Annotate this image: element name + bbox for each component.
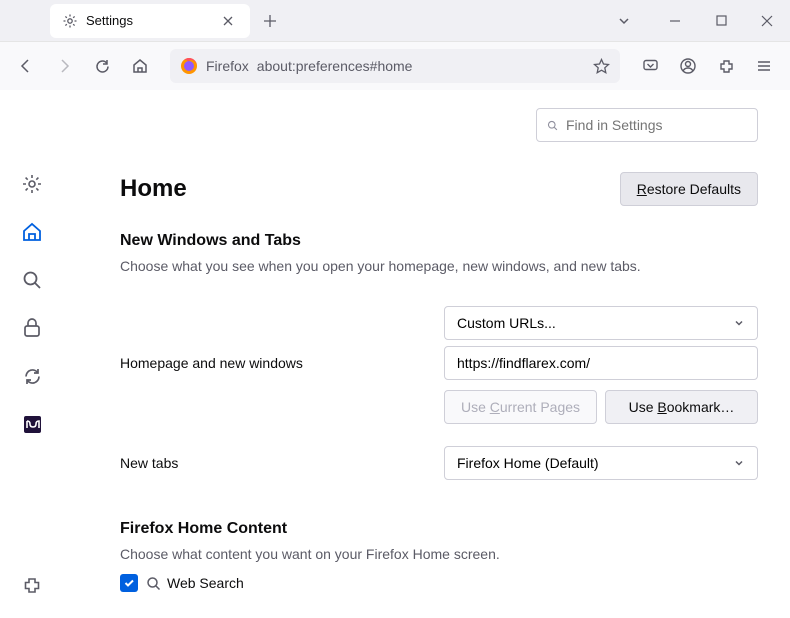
pocket-icon[interactable] xyxy=(634,50,666,82)
address-label: Firefox xyxy=(206,58,249,74)
restore-defaults-button[interactable]: Restore Defaults xyxy=(620,172,758,206)
new-tab-button[interactable] xyxy=(256,7,284,35)
address-url: about:preferences#home xyxy=(257,58,585,74)
section-desc-home-content: Choose what content you want on your Fir… xyxy=(120,546,758,562)
address-bar[interactable]: Firefox about:preferences#home xyxy=(170,49,620,83)
search-icon xyxy=(547,118,558,133)
web-search-label: Web Search xyxy=(167,575,244,591)
close-window-button[interactable] xyxy=(744,0,790,42)
sidebar-item-extensions[interactable] xyxy=(18,572,46,600)
homepage-label: Homepage and new windows xyxy=(120,355,444,371)
close-icon[interactable] xyxy=(218,11,238,31)
search-icon xyxy=(146,576,161,591)
chevron-down-icon xyxy=(733,457,745,469)
gear-icon xyxy=(62,13,78,29)
menu-icon[interactable] xyxy=(748,50,780,82)
section-title-home-content: Firefox Home Content xyxy=(120,520,758,538)
home-button[interactable] xyxy=(124,50,156,82)
bookmark-star-icon[interactable] xyxy=(593,58,610,75)
page-title: Home xyxy=(120,175,187,203)
select-value: Custom URLs... xyxy=(457,315,556,331)
browser-tab[interactable]: Settings xyxy=(50,4,250,38)
chevron-down-icon xyxy=(733,317,745,329)
account-icon[interactable] xyxy=(672,50,704,82)
sidebar-item-more[interactable] xyxy=(18,410,46,438)
newtabs-label: New tabs xyxy=(120,455,444,471)
sidebar-item-sync[interactable] xyxy=(18,362,46,390)
section-desc-new-windows: Choose what you see when you open your h… xyxy=(120,258,758,274)
extensions-icon[interactable] xyxy=(710,50,742,82)
reload-button[interactable] xyxy=(86,50,118,82)
firefox-logo-icon xyxy=(180,57,198,75)
maximize-button[interactable] xyxy=(698,0,744,42)
sidebar-item-home[interactable] xyxy=(18,218,46,246)
find-settings-search[interactable] xyxy=(536,108,758,142)
back-button[interactable] xyxy=(10,50,42,82)
minimize-button[interactable] xyxy=(652,0,698,42)
use-bookmark-button[interactable]: Use Bookmark… xyxy=(605,390,758,424)
homepage-mode-select[interactable]: Custom URLs... xyxy=(444,306,758,340)
use-current-pages-button: Use Current Pages xyxy=(444,390,597,424)
tab-title: Settings xyxy=(86,13,210,28)
sidebar-item-privacy[interactable] xyxy=(18,314,46,342)
newtabs-select[interactable]: Firefox Home (Default) xyxy=(444,446,758,480)
web-search-checkbox[interactable] xyxy=(120,574,138,592)
section-title-new-windows: New Windows and Tabs xyxy=(120,232,758,250)
sidebar-item-search[interactable] xyxy=(18,266,46,294)
find-settings-input[interactable] xyxy=(566,117,747,133)
select-value: Firefox Home (Default) xyxy=(457,455,599,471)
homepage-url-input[interactable] xyxy=(444,346,758,380)
chevron-down-icon[interactable] xyxy=(606,14,642,28)
sidebar-item-general[interactable] xyxy=(18,170,46,198)
forward-button xyxy=(48,50,80,82)
